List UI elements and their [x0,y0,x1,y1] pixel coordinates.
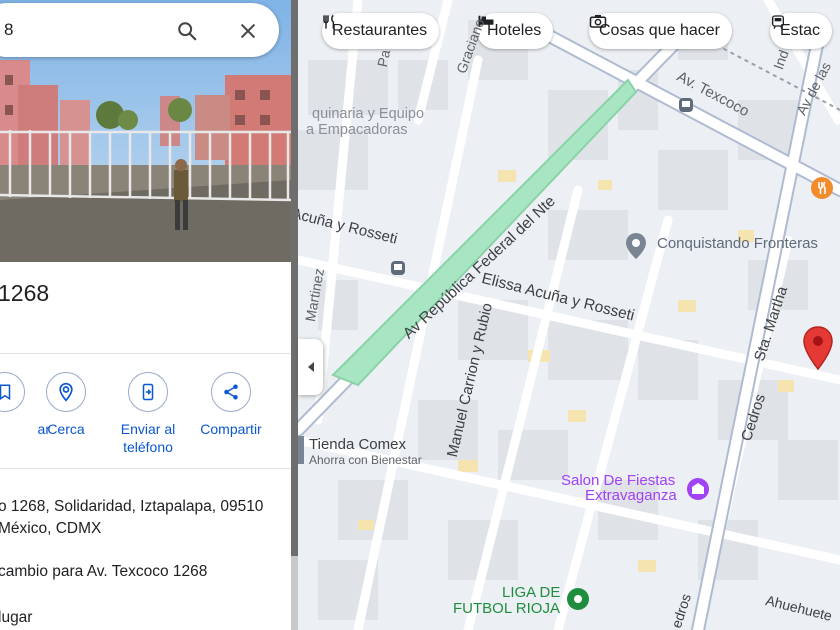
scrollbar-thumb[interactable] [291,0,298,556]
place-title: 1268 [0,280,50,306]
action-send-to-phone-label: Enviar al teléfono [103,420,193,456]
chip-cosas-label: Cosas que hacer [599,22,720,39]
action-send-to-phone-button[interactable]: Enviar al teléfono [103,372,193,456]
transit-icon [772,15,784,29]
poi-label-conquistando[interactable]: Conquistando Fronteras [657,235,818,252]
map-label-maquinaria-1[interactable]: quinaria y Equipo [312,106,424,122]
share-icon [211,372,251,412]
poi-label-tienda-sub: Ahorra con Bienestar [309,453,422,467]
poi-label-salon-2[interactable]: Extravaganza [585,487,677,504]
place-panel: 8 1268 ar Cerca Enviar al teléfono Compa… [0,0,291,630]
chip-restaurantes-label: Restaurantes [332,22,428,39]
nearby-pin-icon [46,372,86,412]
restaurant-poi-icon[interactable] [810,176,834,200]
location-marker-icon[interactable] [802,326,834,370]
search-query[interactable]: 8 [4,20,13,40]
action-share-button[interactable]: Compartir [186,372,276,438]
address-line-2: México, CDMX [0,520,102,537]
fork-knife-icon [323,14,335,29]
poi-label-liga-1[interactable]: LIGA DE [502,584,560,601]
add-place-link[interactable]: lugar [0,607,32,629]
phone-icon [128,372,168,412]
send-line-1: Enviar al [120,421,176,437]
poi-pin-icon[interactable] [624,232,648,260]
action-nearby-button[interactable]: Cerca [21,372,111,438]
address-line-1: o 1268, Solidaridad, Iztapalapa, 09510 [0,498,264,515]
map-canvas[interactable]: Restaurantes Hoteles Cosas que hacer Est… [298,0,840,630]
bus-stop-icon[interactable] [678,97,694,113]
collapse-panel-button[interactable] [298,339,323,395]
search-box[interactable]: 8 [0,3,279,57]
chip-cosas-que-hacer[interactable]: Cosas que hacer [589,13,732,49]
chip-estaciones[interactable]: Estac [770,13,833,49]
chip-restaurantes[interactable]: Restaurantes [322,13,440,49]
bus-stop-icon[interactable] [390,260,406,276]
address[interactable]: o 1268, Solidaridad, Iztapalapa, 09510 M… [0,496,263,540]
chip-hoteles-label: Hoteles [487,22,542,39]
chip-estaciones-label: Estac [780,22,821,39]
event-venue-icon[interactable] [686,477,710,501]
search-icon[interactable] [176,20,198,42]
camera-icon [589,15,607,28]
divider [0,468,291,469]
action-share-label: Compartir [200,421,262,437]
divider [0,353,291,354]
sports-poi-icon[interactable] [566,587,590,611]
shop-poi-icon[interactable] [298,436,304,464]
caret-left-icon [307,362,314,372]
chip-hoteles[interactable]: Hoteles [477,13,554,49]
poi-label-liga-2[interactable]: FUTBOL RIOJA [453,600,560,617]
poi-label-tienda-comex[interactable]: Tienda Comex [309,436,406,453]
map-label-maquinaria-2[interactable]: a Empacadoras [306,122,408,138]
send-line-2: teléfono [123,439,173,455]
suggest-edit-link[interactable]: cambio para Av. Texcoco 1268 [0,561,207,583]
close-icon[interactable] [237,20,259,42]
action-nearby-label: Cerca [47,421,85,437]
